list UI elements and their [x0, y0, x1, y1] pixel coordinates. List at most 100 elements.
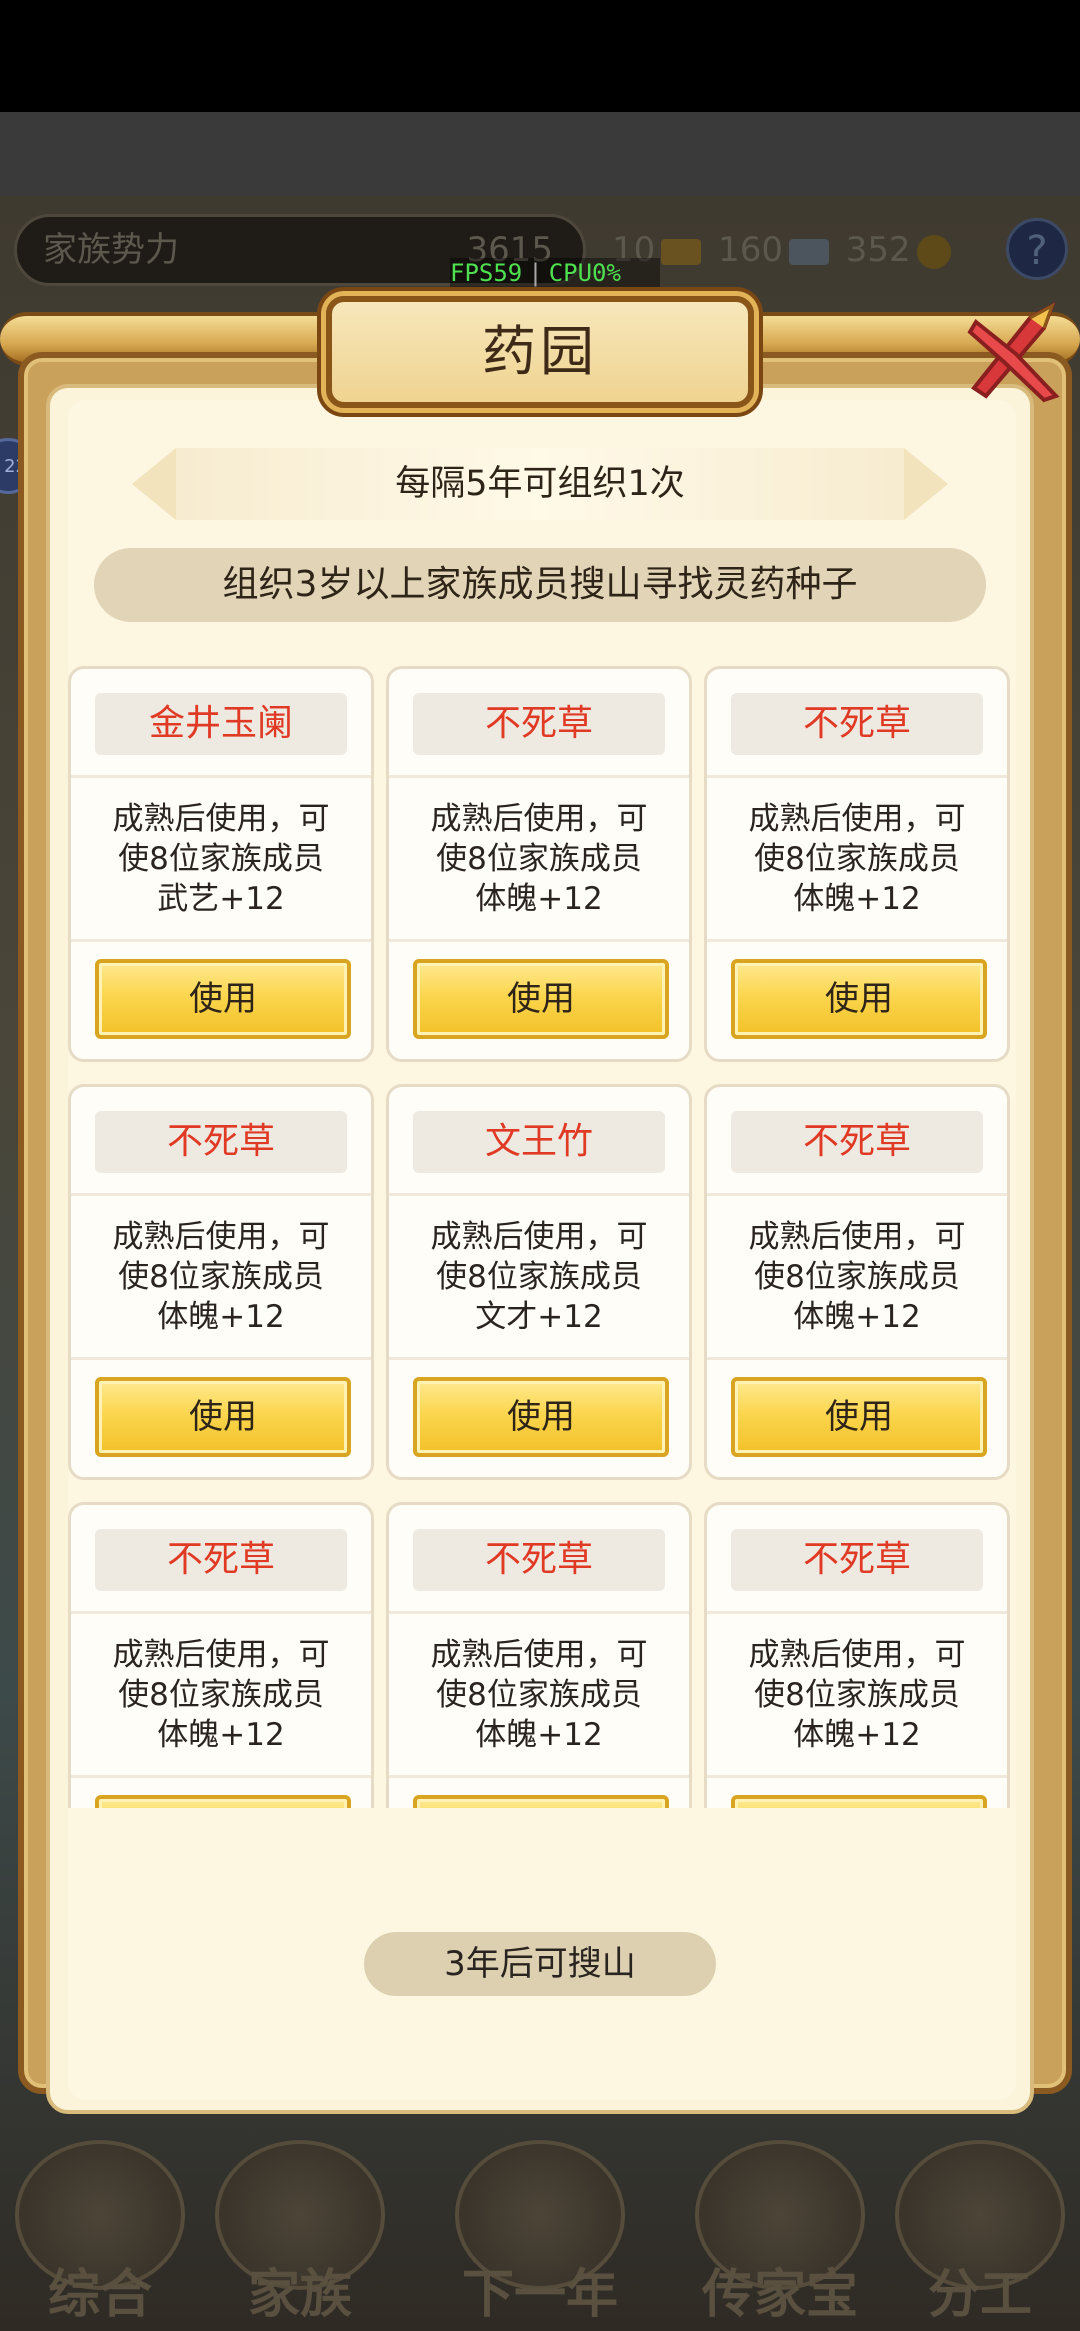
silver-ingot-icon	[788, 238, 829, 265]
cpu-value: CPU0%	[548, 259, 621, 287]
herb-card: 不死草 成熟后使用，可 使8位家族成员 体魄+12 使用	[704, 666, 1010, 1062]
herb-grid[interactable]: 金井玉阑 成熟后使用，可 使8位家族成员 武艺+12 使用 不死草 成熟后使用，…	[68, 662, 1016, 1808]
herb-desc-line: 使8位家族成员	[118, 1259, 324, 1295]
divider	[707, 1193, 1007, 1196]
herb-effect: 体魄+12	[475, 881, 603, 917]
herb-description: 成熟后使用，可 使8位家族成员 文才+12	[399, 1217, 679, 1337]
herb-card: 不死草 成熟后使用，可 使8位家族成员 体魄+12 使用	[704, 1502, 1010, 1808]
nav-heirloom[interactable]: 传家宝	[680, 2140, 880, 2330]
nav-family[interactable]: 家族	[200, 2140, 400, 2330]
divider	[389, 1357, 689, 1360]
help-button[interactable]: ?	[1006, 218, 1068, 280]
use-button[interactable]: 使用	[95, 959, 351, 1039]
herb-desc-line: 使8位家族成员	[436, 1677, 642, 1713]
herb-card: 不死草 成熟后使用，可 使8位家族成员 体魄+12 使用	[68, 1084, 374, 1480]
herb-name: 不死草	[95, 1529, 347, 1591]
silver-count: 160	[718, 230, 783, 270]
divider	[707, 1775, 1007, 1778]
herb-card: 文王竹 成熟后使用，可 使8位家族成员 文才+12 使用	[386, 1084, 692, 1480]
herb-effect: 体魄+12	[793, 1299, 921, 1335]
herb-description: 成熟后使用，可 使8位家族成员 体魄+12	[81, 1217, 361, 1337]
herb-card: 不死草 成熟后使用，可 使8位家族成员 体魄+12 使用	[704, 1084, 1010, 1480]
top-band	[0, 112, 1080, 196]
herb-desc-line: 成熟后使用，可	[112, 801, 330, 837]
nav-heirloom-label: 传家宝	[701, 2265, 858, 2325]
herb-desc-line: 成熟后使用，可	[430, 1219, 648, 1255]
herb-description: 成熟后使用，可 使8位家族成员 体魄+12	[717, 1217, 997, 1337]
divider	[71, 1193, 371, 1196]
nav-next-year[interactable]: 下一年	[440, 2140, 640, 2330]
herb-desc-line: 使8位家族成员	[754, 1259, 960, 1295]
dialog-title: 药园	[482, 320, 598, 383]
divider	[389, 1775, 689, 1778]
herb-card: 不死草 成熟后使用，可 使8位家族成员 体魄+12 使用	[386, 666, 692, 1062]
divider	[707, 775, 1007, 778]
herb-desc-line: 使8位家族成员	[118, 1677, 324, 1713]
herb-description: 成熟后使用，可 使8位家族成员 武艺+12	[81, 799, 361, 919]
banner-arrow-right	[904, 448, 948, 520]
herb-description: 成熟后使用，可 使8位家族成员 体魄+12	[717, 799, 997, 919]
family-power-label: 家族势力	[43, 230, 179, 270]
divider	[707, 939, 1007, 942]
nav-overview-label: 综合	[47, 2265, 152, 2325]
herb-desc-line: 成熟后使用，可	[430, 1637, 648, 1673]
bottom-nav: 综合 家族 下一年 传家宝 分工	[0, 2130, 1080, 2331]
herb-name: 不死草	[731, 1111, 983, 1173]
herb-card: 金井玉阑 成熟后使用，可 使8位家族成员 武艺+12 使用	[68, 666, 374, 1062]
resource-bar: 10 160 352	[612, 214, 1022, 286]
herb-effect: 体魄+12	[157, 1299, 285, 1335]
fps-value: FPS59	[450, 259, 523, 287]
herb-name: 不死草	[731, 1529, 983, 1591]
divider	[389, 1611, 689, 1614]
herb-description: 成熟后使用，可 使8位家族成员 体魄+12	[717, 1635, 997, 1755]
herb-desc-line: 成熟后使用，可	[748, 1637, 966, 1673]
nav-assignment[interactable]: 分工	[880, 2140, 1080, 2330]
fps-overlay: FPS59 | CPU0%	[450, 258, 660, 288]
divider	[71, 775, 371, 778]
herb-name: 不死草	[413, 1529, 665, 1591]
herb-desc-line: 成熟后使用，可	[748, 1219, 966, 1255]
divider	[707, 1611, 1007, 1614]
use-button[interactable]: 使用	[95, 1795, 351, 1808]
frequency-banner: 每隔5年可组织1次	[176, 448, 904, 520]
herb-desc-line: 成熟后使用，可	[112, 1219, 330, 1255]
divider	[71, 1775, 371, 1778]
use-button[interactable]: 使用	[731, 1377, 987, 1457]
use-button[interactable]: 使用	[731, 1795, 987, 1808]
divider	[71, 1357, 371, 1360]
close-icon[interactable]	[956, 292, 1076, 412]
herb-desc-line: 使8位家族成员	[754, 841, 960, 877]
herb-name: 不死草	[413, 693, 665, 755]
divider	[71, 939, 371, 942]
nav-overview[interactable]: 综合	[0, 2140, 200, 2330]
use-button[interactable]: 使用	[413, 1795, 669, 1808]
status-bar	[0, 0, 1080, 112]
description-pill: 组织3岁以上家族成员搜山寻找灵药种子	[94, 548, 986, 622]
divider	[71, 1611, 371, 1614]
herb-desc-line: 成熟后使用，可	[430, 801, 648, 837]
herb-description: 成熟后使用，可 使8位家族成员 体魄+12	[399, 799, 679, 919]
herb-description: 成熟后使用，可 使8位家族成员 体魄+12	[81, 1635, 361, 1755]
divider	[707, 1357, 1007, 1360]
herb-description: 成熟后使用，可 使8位家族成员 体魄+12	[399, 1635, 679, 1755]
herb-desc-line: 成熟后使用，可	[112, 1637, 330, 1673]
search-status-button[interactable]: 3年后可搜山	[364, 1932, 716, 1996]
use-button[interactable]: 使用	[413, 1377, 669, 1457]
use-button[interactable]: 使用	[731, 959, 987, 1039]
herb-effect: 体魄+12	[793, 881, 921, 917]
banner-arrow-left	[132, 448, 176, 520]
herb-effect: 体魄+12	[793, 1717, 921, 1753]
herb-name: 金井玉阑	[95, 693, 347, 755]
herb-desc-line: 使8位家族成员	[118, 841, 324, 877]
herb-card: 不死草 成熟后使用，可 使8位家族成员 体魄+12 使用	[68, 1502, 374, 1808]
herb-name: 不死草	[95, 1111, 347, 1173]
nav-family-label: 家族	[247, 2265, 352, 2325]
use-button[interactable]: 使用	[413, 959, 669, 1039]
use-button[interactable]: 使用	[95, 1377, 351, 1457]
herb-effect: 体魄+12	[475, 1717, 603, 1753]
herb-effect: 武艺+12	[157, 881, 285, 917]
herb-name: 文王竹	[413, 1111, 665, 1173]
coin-count: 352	[845, 230, 911, 270]
dialog-title-plate: 药园	[326, 296, 754, 408]
gold-ingot-icon	[661, 238, 702, 265]
